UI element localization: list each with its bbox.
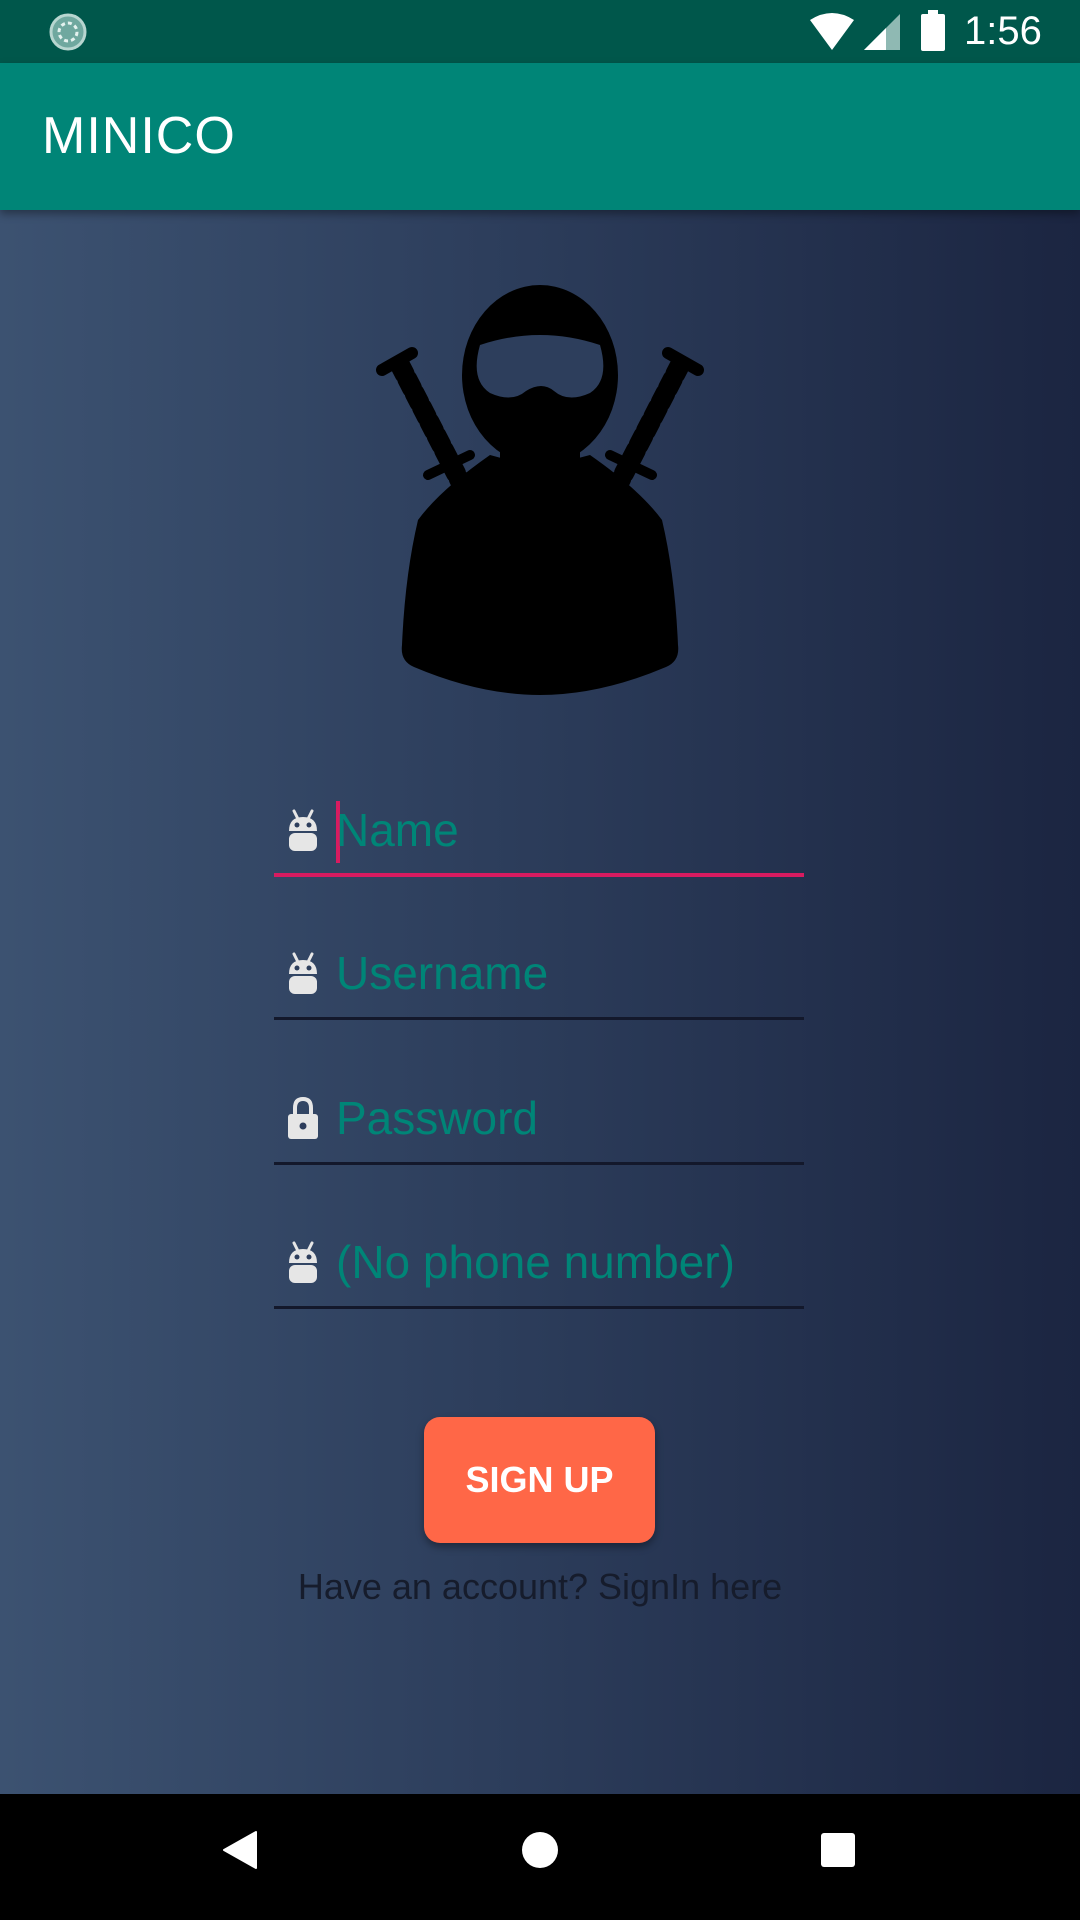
signup-screen: SIGN UP Have an account? SignIn here	[0, 210, 1080, 1794]
name-field[interactable]	[274, 787, 804, 877]
android-icon	[289, 809, 317, 851]
recents-icon[interactable]	[820, 1832, 856, 1868]
app-title: MINICO	[42, 107, 236, 165]
username-input[interactable]	[336, 938, 796, 1008]
cell-signal-icon	[864, 14, 900, 50]
app-bar: MINICO	[0, 63, 1080, 210]
sync-icon	[49, 13, 87, 51]
username-field[interactable]	[274, 930, 804, 1020]
status-time: 1:56	[964, 9, 1042, 53]
home-icon[interactable]	[520, 1830, 560, 1870]
ninja-icon	[376, 285, 704, 695]
android-icon	[289, 1241, 317, 1283]
name-input[interactable]	[336, 795, 796, 865]
battery-icon	[921, 10, 945, 51]
sign-up-button[interactable]: SIGN UP	[424, 1417, 655, 1543]
phone-input[interactable]	[336, 1227, 796, 1297]
lock-icon	[288, 1096, 318, 1139]
navigation-bar	[0, 1794, 1080, 1920]
phone-field[interactable]	[274, 1219, 804, 1309]
sign-in-link[interactable]: Have an account? SignIn here	[0, 1566, 1080, 1608]
wifi-icon	[810, 13, 854, 50]
android-icon	[289, 952, 317, 994]
status-bar: 1:56	[0, 0, 1080, 63]
password-input[interactable]	[336, 1083, 796, 1153]
back-icon[interactable]	[222, 1830, 258, 1870]
password-field[interactable]	[274, 1075, 804, 1165]
